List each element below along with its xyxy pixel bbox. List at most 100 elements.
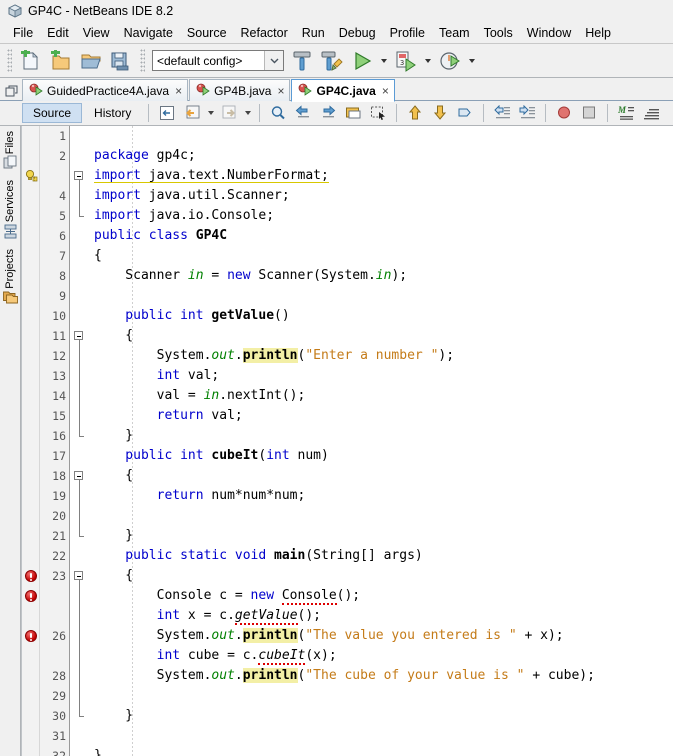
editor-toolbar: Source History M [0,101,673,127]
fold-toggle-cubeit[interactable] [74,471,83,481]
menu-run[interactable]: Run [295,24,332,42]
menu-help[interactable]: Help [578,24,618,42]
profile-project-button[interactable] [436,47,464,75]
tab-history[interactable]: History [83,103,142,123]
project-configuration-select[interactable]: <default config> [152,50,284,72]
inspect-hierarchy-icon[interactable] [639,102,663,124]
breakpoint-icon[interactable] [552,102,576,124]
line-number: 4 [59,189,66,204]
sidebar-item-projects[interactable]: Projects [1,246,20,310]
files-icon [3,155,18,170]
glyph-row [22,146,39,166]
netbeans-cube-icon [8,4,22,19]
back-dropdown-arrow[interactable] [205,102,216,124]
error-badge[interactable] [22,586,39,606]
last-edit-icon[interactable] [155,102,179,124]
glyph-row [22,426,39,446]
document-tab-gp4c[interactable]: GP4C.java × [291,79,395,103]
back-arrow-icon[interactable] [180,102,204,124]
code-editor[interactable]: ! 1 2 4 5 6 7 8 9 10 11 12 13 14 15 16 1… [21,126,673,756]
debug-dropdown-arrow[interactable] [422,47,434,75]
forward-arrow-icon[interactable] [217,102,241,124]
new-project-button[interactable] [47,47,75,75]
profile-dropdown-arrow[interactable] [466,47,478,75]
menu-edit[interactable]: Edit [40,24,76,42]
netbeans-window: GP4C - NetBeans IDE 8.2 File Edit View N… [0,0,673,756]
left-sidebar: Files Services Projects [0,126,21,756]
close-icon[interactable]: × [275,85,284,97]
find-previous-icon[interactable] [291,102,315,124]
clean-and-build-button[interactable] [318,47,346,75]
highlight-icon[interactable] [341,102,365,124]
tab-source[interactable]: Source [22,103,83,124]
fold-toggle-getvalue[interactable] [74,331,83,341]
window-group-icon[interactable] [2,81,20,101]
run-dropdown-arrow[interactable] [378,47,390,75]
save-all-button[interactable] [107,47,135,75]
menu-refactor[interactable]: Refactor [234,24,295,42]
find-next-icon[interactable] [316,102,340,124]
line-number: 30 [52,709,66,724]
document-tab-guidedpractice4a[interactable]: GuidedPractice4A.java × [22,79,189,102]
main-toolbar: <default config> 3 [0,43,673,79]
line-number: 11 [52,329,66,344]
build-project-button[interactable] [288,47,316,75]
menu-window[interactable]: Window [520,24,578,42]
hint-lightbulb-icon: ! [25,170,37,183]
down-arrow-icon[interactable] [428,102,452,124]
menu-bar: File Edit View Navigate Source Refactor … [0,22,673,44]
menu-debug[interactable]: Debug [332,24,383,42]
up-arrow-icon[interactable] [403,102,427,124]
sidebar-item-services[interactable]: Services [1,177,20,243]
debug-project-button[interactable]: 3 [392,47,420,75]
document-tab-gp4b[interactable]: GP4B.java × [189,79,291,102]
code-line: public static void main(String[] args) [94,548,423,564]
line-number: 22 [52,549,66,564]
run-project-button[interactable] [348,47,376,75]
line-number-hidden [40,586,66,606]
projects-icon [2,289,18,304]
magnifier-icon[interactable] [266,102,290,124]
stop-icon[interactable] [577,102,601,124]
warning-badge[interactable]: ! [22,166,39,186]
fold-toggle-imports[interactable] [74,171,83,181]
menu-navigate[interactable]: Navigate [117,24,180,42]
toolbar-grip-2[interactable] [140,48,145,73]
inspect-members-icon[interactable]: M [614,102,638,124]
menu-file[interactable]: File [6,24,40,42]
shift-right-icon[interactable] [515,102,539,124]
sidebar-item-files[interactable]: Files [1,128,20,175]
menu-source[interactable]: Source [180,24,234,42]
chevron-down-icon[interactable] [264,51,283,71]
rectangular-selection-icon[interactable] [366,102,390,124]
editor-code-area[interactable]: package gp4c; import java.text.NumberFor… [88,126,673,756]
editor-glyph-gutter[interactable]: ! [22,126,40,756]
menu-team[interactable]: Team [432,24,477,42]
fold-end [78,436,84,438]
menu-profile[interactable]: Profile [383,24,432,42]
glyph-row [22,286,39,306]
close-icon[interactable]: × [380,85,389,97]
fold-toggle-main[interactable] [74,571,83,581]
new-file-button[interactable] [17,47,45,75]
line-number: 18 [52,469,66,484]
close-icon[interactable]: × [173,85,182,97]
editor-fold-column[interactable] [70,126,88,756]
svg-text:!: ! [33,177,34,183]
menu-view[interactable]: View [76,24,117,42]
document-tab-label: GuidedPractice4A.java [47,83,170,98]
forward-dropdown-arrow[interactable] [242,102,253,124]
menu-tools[interactable]: Tools [477,24,520,42]
toolbar-separator [148,104,150,123]
document-tab-label: GP4C.java [316,83,376,98]
shift-left-icon[interactable] [490,102,514,124]
bookmark-icon[interactable] [453,102,477,124]
open-project-button[interactable] [77,47,105,75]
error-badge[interactable] [22,626,39,646]
error-badge[interactable] [22,566,39,586]
toolbar-grip[interactable] [7,48,12,73]
editor-line-numbers: 1 2 4 5 6 7 8 9 10 11 12 13 14 15 16 17 … [40,126,70,756]
svg-text:M: M [618,105,627,115]
